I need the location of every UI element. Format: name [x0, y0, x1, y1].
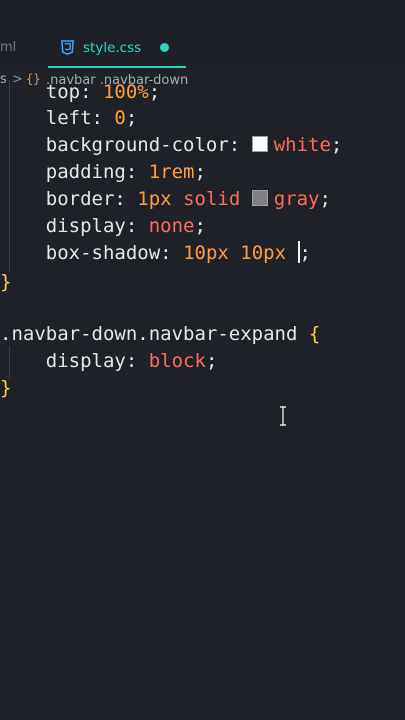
- code-line-close-brace: }: [0, 271, 12, 293]
- css3-icon: [61, 40, 74, 55]
- code-line-padding: padding: 1rem;: [45, 161, 206, 183]
- code-line-border: border: 1px solid gray;: [45, 188, 331, 210]
- code-line-background-color: background-color: white;: [45, 134, 343, 156]
- code-line-display: display: none;: [45, 215, 206, 237]
- code-line-display-block: display: block;: [45, 350, 218, 372]
- tab-bar: ml style.css: [0, 0, 405, 68]
- color-swatch-white[interactable]: [251, 136, 268, 152]
- tab-previous-file[interactable]: ml: [0, 40, 16, 55]
- code-line-selector: .navbar-down.navbar-expand {: [0, 323, 321, 345]
- code-line-box-shadow: box-shadow: 10px 10px ;: [45, 241, 311, 264]
- code-editor[interactable]: top: 100%; left: 0; background-color: wh…: [0, 80, 405, 720]
- code-line-left: left: 0;: [45, 107, 138, 129]
- text-cursor-icon: [280, 406, 286, 426]
- code-line-top: top: 100%;: [45, 81, 161, 103]
- tab-label: style.css: [83, 40, 142, 56]
- color-swatch-gray[interactable]: [251, 190, 268, 206]
- unsaved-dot-icon: [160, 43, 169, 52]
- tab-style-css[interactable]: style.css: [48, 30, 186, 68]
- code-line-close-brace-2: }: [0, 377, 12, 399]
